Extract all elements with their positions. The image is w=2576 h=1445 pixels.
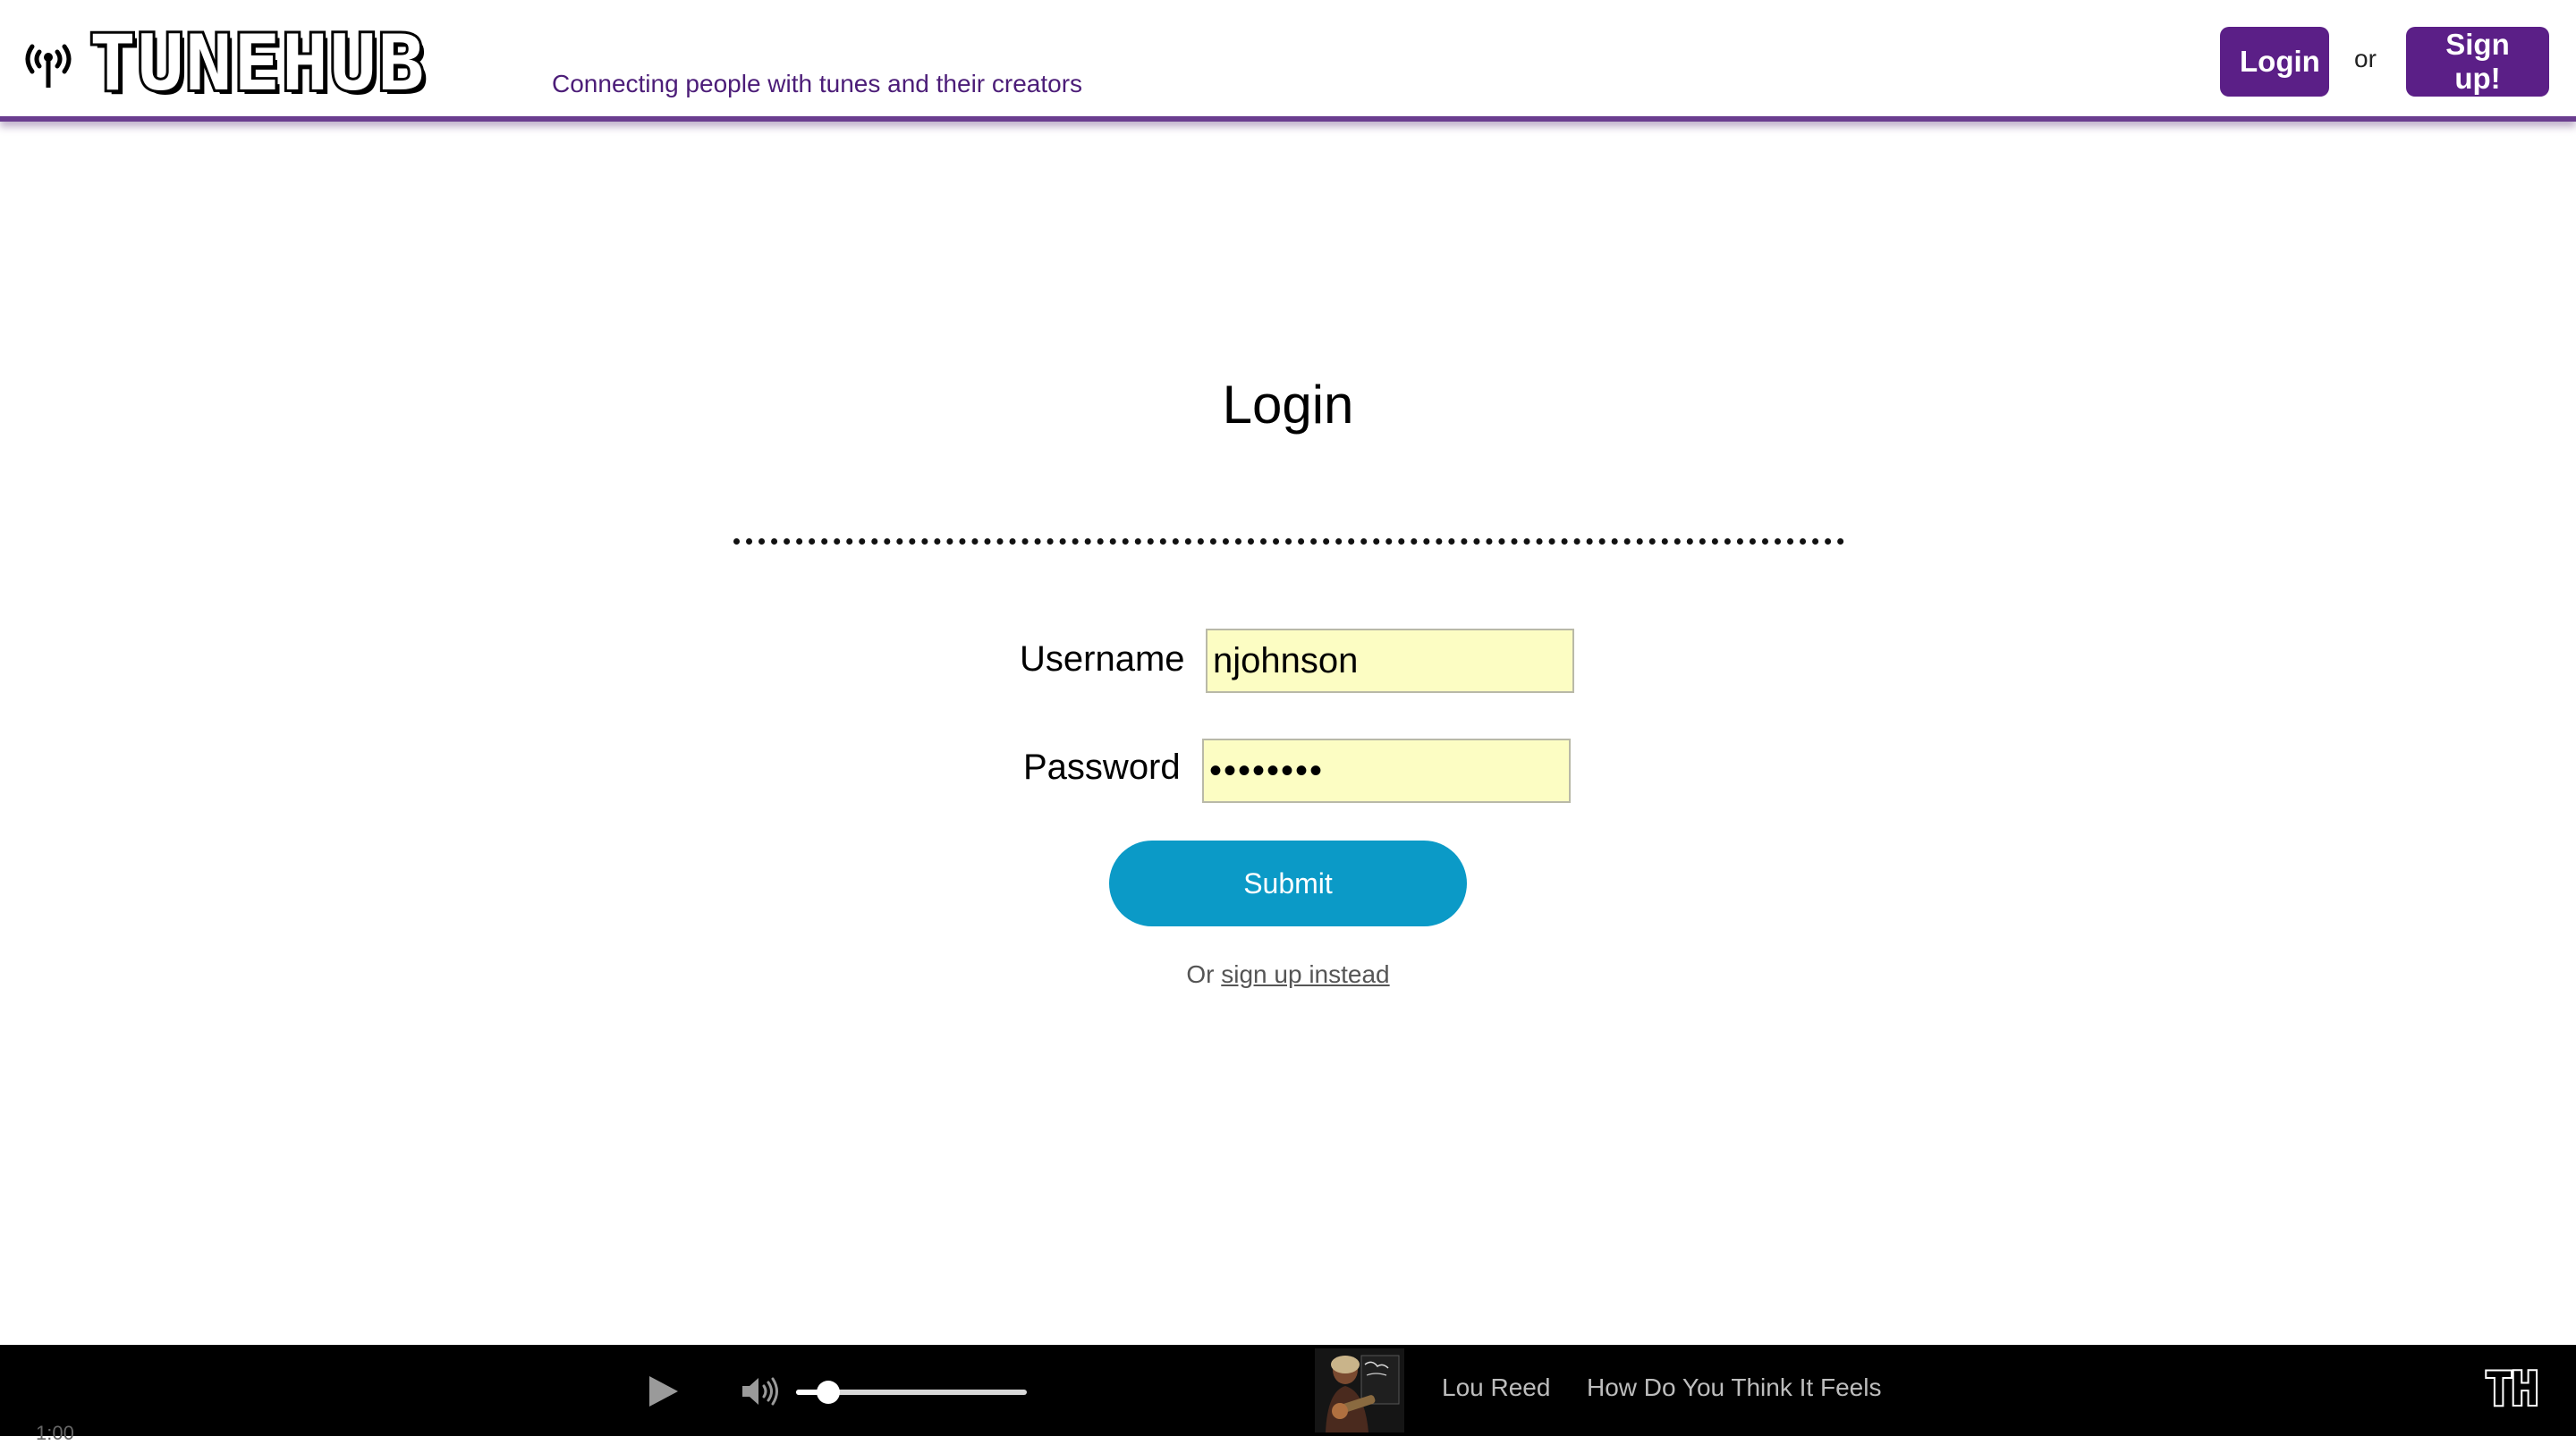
site-header: TUNEHUB Connecting people with tunes and…	[0, 0, 2576, 122]
username-label: Username	[1020, 639, 1185, 679]
username-field[interactable]	[1206, 629, 1574, 693]
tunehub-mini-logo[interactable]: TH	[2483, 1361, 2541, 1418]
play-icon[interactable]	[646, 1374, 680, 1408]
now-playing-artist[interactable]: Lou Reed	[1442, 1373, 1550, 1402]
password-field[interactable]	[1202, 739, 1571, 803]
title-divider	[733, 538, 1844, 545]
album-cover-thumbnail[interactable]	[1315, 1348, 1404, 1432]
broadcast-antenna-icon	[25, 44, 72, 88]
page-title: Login	[1222, 375, 1354, 435]
now-playing-track[interactable]: How Do You Think It Feels	[1587, 1373, 1881, 1402]
password-label: Password	[1023, 748, 1181, 787]
signup-alt-prefix: Or	[1186, 960, 1222, 988]
volume-slider[interactable]	[796, 1381, 1027, 1404]
signup-instead-link[interactable]: sign up instead	[1221, 960, 1389, 988]
volume-slider-handle[interactable]	[817, 1381, 841, 1404]
audio-player-bar: 1:00 Lou Reed How Do You Think It Feels …	[0, 1345, 2576, 1444]
site-logo[interactable]: TUNEHUB	[87, 21, 427, 106]
header-signup-button[interactable]: Sign up!	[2406, 27, 2549, 97]
submit-button[interactable]: Submit	[1109, 841, 1467, 926]
elapsed-time: 1:00	[36, 1422, 74, 1444]
signup-alternative: Or sign up instead	[0, 960, 2576, 989]
speaker-icon[interactable]	[741, 1374, 780, 1408]
header-or-text: or	[2354, 45, 2377, 72]
header-login-button[interactable]: Login	[2220, 27, 2329, 97]
site-tagline: Connecting people with tunes and their c…	[552, 70, 1083, 97]
